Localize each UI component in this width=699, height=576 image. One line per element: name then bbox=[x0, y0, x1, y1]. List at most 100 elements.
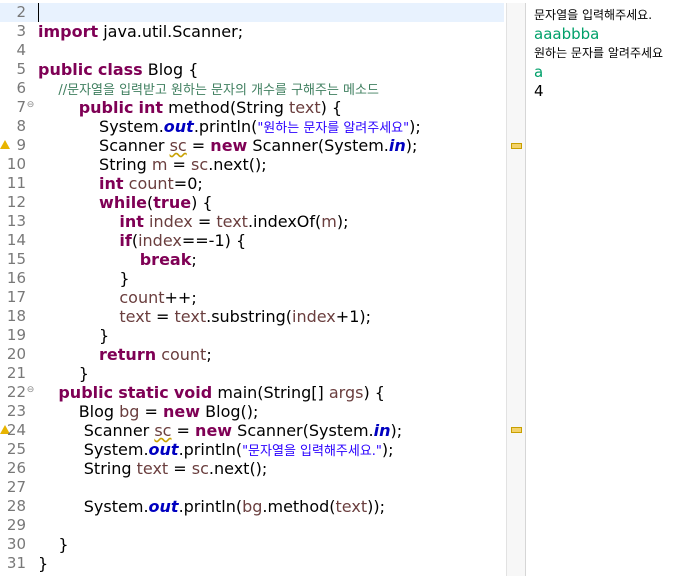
code-line[interactable]: 21 } bbox=[0, 364, 504, 383]
code-line[interactable]: 28 System.out.println(bg.method(text)); bbox=[0, 497, 504, 516]
code-token: sc bbox=[191, 155, 209, 174]
code-token: break bbox=[139, 250, 192, 269]
code-token: .indexOf( bbox=[247, 212, 322, 231]
overview-ruler[interactable] bbox=[506, 0, 525, 576]
code-line[interactable]: 29 bbox=[0, 516, 504, 535]
code-token: new bbox=[210, 136, 248, 155]
console-view[interactable]: 문자열을 입력해주세요. aaabbba 원하는 문자를 알려주세요 a 4 bbox=[525, 0, 699, 576]
warning-overview-marker[interactable] bbox=[511, 143, 522, 149]
code-token: if bbox=[119, 231, 132, 250]
code-text: public int method(String text) { bbox=[38, 98, 342, 117]
code-line[interactable]: 31} bbox=[0, 554, 504, 573]
code-token: .println( bbox=[178, 497, 243, 516]
code-token: sc bbox=[154, 421, 172, 440]
code-line[interactable]: 30 } bbox=[0, 535, 504, 554]
code-editor[interactable]: 2 3 import java.util.Scanner; 4 5 public clas… bbox=[0, 0, 504, 576]
code-line[interactable]: 10 String m = sc.next(); bbox=[0, 155, 504, 174]
code-line[interactable]: 16 } bbox=[0, 269, 504, 288]
code-text: } bbox=[38, 535, 68, 554]
code-line[interactable]: 15 break; bbox=[0, 250, 504, 269]
code-token: void bbox=[173, 383, 213, 402]
code-line[interactable]: 5 public class Blog { bbox=[0, 60, 504, 79]
code-token: .method( bbox=[262, 497, 336, 516]
code-token: +1); bbox=[335, 307, 371, 326]
code-text: } bbox=[38, 364, 89, 383]
code-token: = bbox=[168, 459, 192, 478]
code-line[interactable]: 22 ⊖ public static void main(String[] arg… bbox=[0, 383, 504, 402]
code-token: } bbox=[38, 554, 49, 573]
code-token: ) { bbox=[363, 383, 385, 402]
console-input-line: aaabbba bbox=[534, 25, 600, 43]
code-token: main(String[] bbox=[212, 383, 329, 402]
line-number: 4 bbox=[16, 41, 26, 59]
code-text: String text = sc.next(); bbox=[38, 459, 268, 478]
code-line[interactable]: 7 ⊖ public int method(String text) { bbox=[0, 98, 504, 117]
code-line[interactable]: 8 System.out.println("원하는 문자를 알려주세요"); bbox=[0, 117, 504, 136]
code-token: public bbox=[38, 60, 93, 79]
console-input-line: a bbox=[534, 63, 544, 81]
code-token: ++; bbox=[164, 288, 197, 307]
line-number: 14 bbox=[6, 231, 26, 249]
fold-toggle-icon[interactable]: ⊖ bbox=[26, 101, 35, 110]
top-edge bbox=[0, 0, 699, 3]
code-line[interactable]: 24 Scanner sc = new Scanner(System.in); bbox=[0, 421, 504, 440]
warning-overview-marker[interactable] bbox=[511, 427, 522, 433]
code-line[interactable]: 2 bbox=[0, 3, 504, 22]
code-token: //문자열을 입력받고 원하는 문자의 개수를 구해주는 메소드 bbox=[58, 83, 379, 98]
code-line[interactable]: 9 Scanner sc = new Scanner(System.in); bbox=[0, 136, 504, 155]
code-token: Scanner bbox=[38, 136, 170, 155]
code-text: while(true) { bbox=[38, 193, 213, 212]
line-number: 27 bbox=[6, 478, 26, 496]
code-text: int count=0; bbox=[38, 174, 203, 193]
code-line[interactable]: 25 System.out.println("문자열을 입력해주세요."); bbox=[0, 440, 504, 459]
code-line[interactable]: 3 import java.util.Scanner; bbox=[0, 22, 504, 41]
code-line[interactable]: 27 bbox=[0, 478, 504, 497]
code-token: = bbox=[171, 421, 196, 440]
code-token: ); bbox=[409, 117, 421, 136]
code-token: text bbox=[174, 307, 207, 326]
line-number: 31 bbox=[6, 554, 26, 572]
code-line[interactable]: 18 text = text.substring(index+1); bbox=[0, 307, 504, 326]
code-token: ); bbox=[405, 136, 418, 155]
code-line[interactable]: 13 int index = text.indexOf(m); bbox=[0, 212, 504, 231]
code-token: in bbox=[388, 136, 406, 155]
code-token: ) { bbox=[191, 193, 213, 212]
code-token: = bbox=[150, 307, 175, 326]
code-token: Scanner(System. bbox=[247, 136, 389, 155]
fold-toggle-icon[interactable]: ⊖ bbox=[26, 386, 35, 395]
code-text: import java.util.Scanner; bbox=[38, 22, 243, 41]
code-line[interactable]: 4 bbox=[0, 41, 504, 60]
code-line[interactable]: 6 //문자열을 입력받고 원하는 문자의 개수를 구해주는 메소드 bbox=[0, 79, 504, 98]
code-token: m bbox=[321, 212, 337, 231]
code-token: text bbox=[136, 459, 169, 478]
code-line[interactable]: 20 return count; bbox=[0, 345, 504, 364]
code-token: index bbox=[292, 307, 336, 326]
line-number: 23 bbox=[6, 402, 26, 420]
code-token: = bbox=[186, 136, 211, 155]
code-token: int bbox=[99, 174, 124, 193]
code-text: return count; bbox=[38, 345, 212, 364]
line-number: 17 bbox=[6, 288, 26, 306]
code-line[interactable]: 17 count++; bbox=[0, 288, 504, 307]
code-token: text bbox=[289, 98, 321, 117]
code-token: bg bbox=[119, 402, 140, 421]
code-text: public class Blog { bbox=[38, 60, 198, 79]
code-line[interactable]: 19 } bbox=[0, 326, 504, 345]
code-line[interactable]: 23 Blog bg = new Blog(); bbox=[0, 402, 504, 421]
code-token: .next(); bbox=[208, 155, 267, 174]
code-token: out bbox=[148, 497, 179, 516]
code-text: public static void main(String[] args) { bbox=[38, 383, 385, 402]
code-line[interactable]: 11 int count=0; bbox=[0, 174, 504, 193]
code-text: } bbox=[38, 326, 109, 345]
console-output-line: 문자열을 입력해주세요. bbox=[534, 8, 653, 22]
code-line[interactable]: 12 while(true) { bbox=[0, 193, 504, 212]
code-line[interactable]: 26 String text = sc.next(); bbox=[0, 459, 504, 478]
line-number: 19 bbox=[6, 326, 26, 344]
code-line[interactable]: 14 if(index==-1) { bbox=[0, 231, 504, 250]
code-token: ); bbox=[381, 440, 394, 459]
code-token: in bbox=[373, 421, 391, 440]
